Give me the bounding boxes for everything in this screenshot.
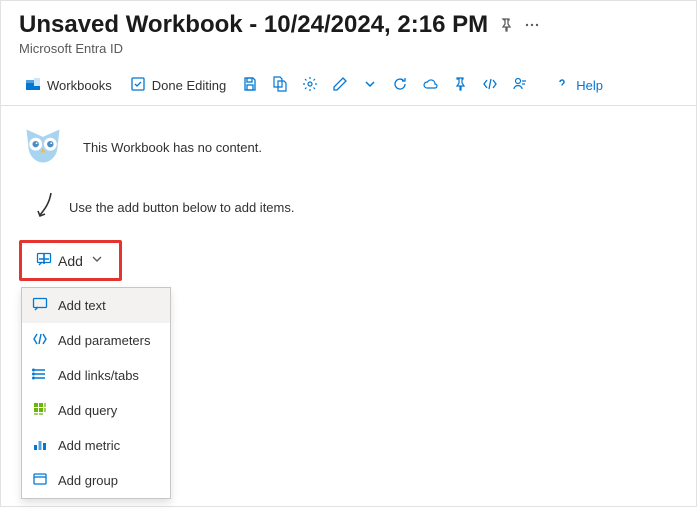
menu-label: Add group	[58, 473, 118, 488]
menu-add-metric[interactable]: Add metric	[22, 428, 170, 463]
edit-button[interactable]	[326, 70, 354, 101]
menu-label: Add links/tabs	[58, 368, 139, 383]
workbooks-icon	[25, 76, 41, 95]
menu-label: Add text	[58, 298, 106, 313]
feedback-icon	[512, 76, 528, 95]
chevron-down-icon	[362, 76, 378, 95]
pin-button[interactable]	[446, 70, 474, 101]
help-icon	[554, 76, 570, 95]
menu-add-group[interactable]: Add group	[22, 463, 170, 498]
pin-icon[interactable]	[498, 17, 514, 33]
plus-icon	[36, 251, 52, 270]
owl-icon	[21, 124, 65, 171]
save-as-button[interactable]	[266, 70, 294, 101]
menu-add-query[interactable]: Add query	[22, 393, 170, 428]
query-icon	[32, 401, 48, 420]
menu-label: Add query	[58, 403, 117, 418]
empty-message: This Workbook has no content.	[83, 140, 262, 155]
more-icon[interactable]	[524, 17, 540, 33]
menu-label: Add metric	[58, 438, 120, 453]
help-button[interactable]: Help	[546, 70, 611, 101]
arrow-down-icon	[35, 191, 55, 224]
add-button[interactable]: Add	[19, 240, 122, 281]
help-label: Help	[576, 78, 603, 93]
feedback-button[interactable]	[506, 70, 534, 101]
page-subtitle: Microsoft Entra ID	[19, 41, 678, 56]
menu-add-links-tabs[interactable]: Add links/tabs	[22, 358, 170, 393]
code-button[interactable]	[476, 70, 504, 101]
pin-icon	[452, 76, 468, 95]
page-title: Unsaved Workbook - 10/24/2024, 2:16 PM	[19, 11, 488, 39]
pencil-icon	[332, 76, 348, 95]
toolbar: Workbooks Done Editing	[1, 66, 696, 106]
parameters-icon	[32, 331, 48, 350]
group-icon	[32, 471, 48, 490]
done-editing-button[interactable]: Done Editing	[122, 70, 234, 101]
hint-message: Use the add button below to add items.	[69, 200, 294, 215]
refresh-button[interactable]	[386, 70, 414, 101]
save-as-icon	[272, 76, 288, 95]
menu-add-text[interactable]: Add text	[22, 288, 170, 323]
refresh-icon	[392, 76, 408, 95]
workbooks-label: Workbooks	[47, 78, 112, 93]
done-editing-icon	[130, 76, 146, 95]
add-label: Add	[58, 253, 83, 269]
edit-dropdown[interactable]	[356, 70, 384, 101]
add-menu: Add text Add parameters Add links/tabs A…	[21, 287, 171, 499]
workbooks-button[interactable]: Workbooks	[17, 70, 120, 101]
settings-button[interactable]	[296, 70, 324, 101]
gear-icon	[302, 76, 318, 95]
done-editing-label: Done Editing	[152, 78, 226, 93]
menu-add-parameters[interactable]: Add parameters	[22, 323, 170, 358]
code-icon	[482, 76, 498, 95]
save-button[interactable]	[236, 70, 264, 101]
chevron-down-icon	[89, 251, 105, 270]
save-icon	[242, 76, 258, 95]
text-icon	[32, 296, 48, 315]
cloud-button[interactable]	[416, 70, 444, 101]
metric-icon	[32, 436, 48, 455]
menu-label: Add parameters	[58, 333, 151, 348]
links-icon	[32, 366, 48, 385]
cloud-icon	[422, 76, 438, 95]
